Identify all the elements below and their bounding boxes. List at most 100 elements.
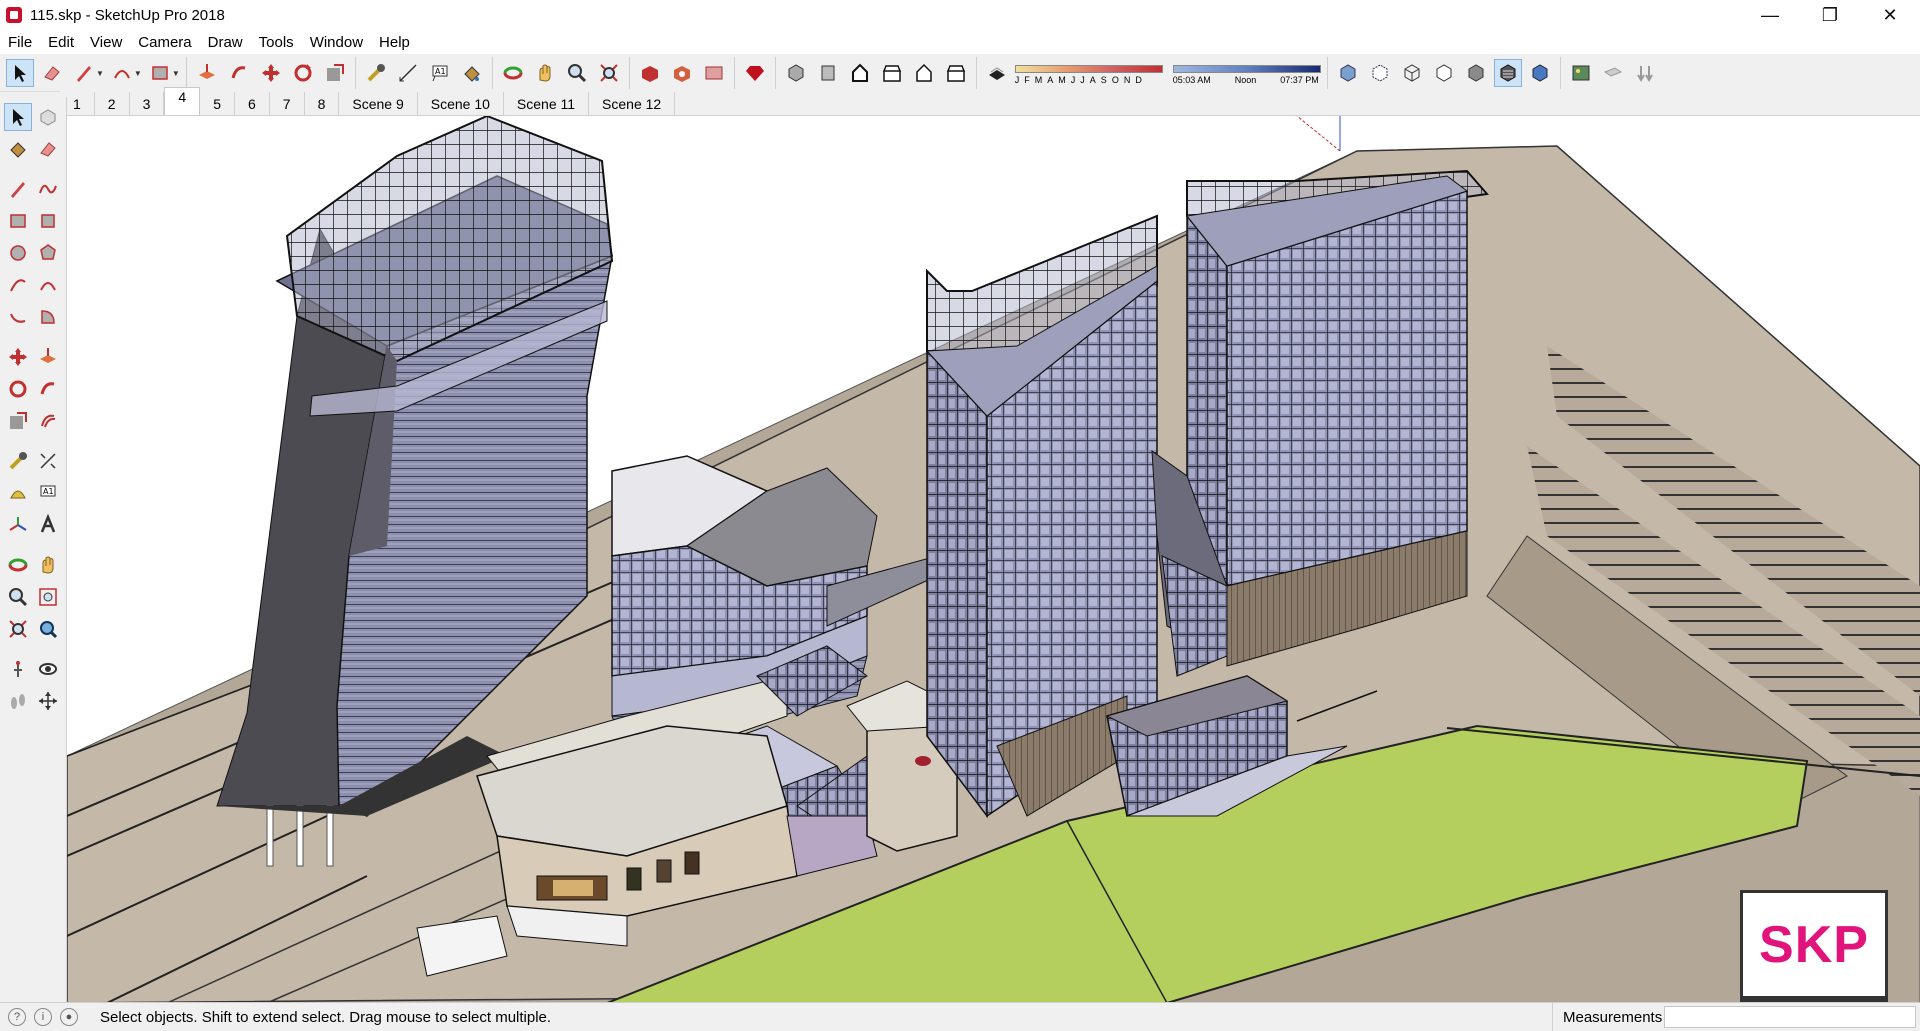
line-icon[interactable] (4, 175, 32, 203)
back-edges-icon[interactable] (1366, 59, 1394, 87)
model-viewport[interactable]: SKP (67, 115, 1920, 1003)
pan-icon[interactable] (34, 551, 62, 579)
move-icon[interactable] (257, 59, 285, 87)
look-around-icon[interactable] (34, 655, 62, 683)
menu-help[interactable]: Help (371, 34, 418, 51)
chevron-down-icon[interactable]: ▼ (172, 69, 180, 78)
menu-view[interactable]: View (82, 34, 130, 51)
offset-icon[interactable] (34, 407, 62, 435)
tape-measure-icon[interactable] (4, 447, 32, 475)
scene-tab[interactable]: Scene 10 (418, 92, 504, 115)
two-point-arc-icon[interactable] (34, 271, 62, 299)
orbit-icon[interactable] (4, 551, 32, 579)
paint-bucket-icon[interactable] (4, 135, 32, 163)
tape-measure-icon[interactable] (362, 59, 390, 87)
extension-warehouse-icon[interactable] (741, 59, 769, 87)
scene-tab[interactable]: 5 (200, 92, 235, 115)
rectangle-icon[interactable] (4, 207, 32, 235)
measurements-input[interactable] (1664, 1006, 1916, 1028)
menu-window[interactable]: Window (302, 34, 371, 51)
arc-icon[interactable] (4, 271, 32, 299)
section-display-icon[interactable] (1631, 59, 1659, 87)
rotate-icon[interactable] (289, 59, 317, 87)
chevron-down-icon[interactable]: ▼ (134, 69, 142, 78)
eraser-icon[interactable] (34, 135, 62, 163)
chevron-down-icon[interactable]: ▼ (96, 69, 104, 78)
xray-icon[interactable] (1334, 59, 1362, 87)
front-view-icon[interactable] (846, 59, 874, 87)
zoom-extents-icon[interactable] (4, 615, 32, 643)
text-icon[interactable]: A1 (34, 479, 62, 507)
left-view-icon[interactable] (942, 59, 970, 87)
share-component-icon[interactable] (700, 59, 728, 87)
match-photo-icon[interactable] (1567, 59, 1595, 87)
section-plane-icon[interactable] (1599, 59, 1627, 87)
menu-camera[interactable]: Camera (130, 34, 199, 51)
time-slider[interactable]: 05:03 AM Noon 07:37 PM (1172, 59, 1323, 87)
axes-icon[interactable] (4, 511, 32, 539)
walk-icon[interactable] (4, 687, 32, 715)
close-button[interactable]: ✕ (1860, 0, 1920, 30)
move-icon[interactable] (4, 343, 32, 371)
eraser-icon[interactable] (38, 59, 66, 87)
wireframe-icon[interactable] (1398, 59, 1426, 87)
3d-warehouse-icon[interactable] (636, 59, 664, 87)
month-slider-track[interactable] (1014, 65, 1163, 73)
user-account-icon[interactable]: ● (60, 1008, 78, 1026)
monochrome-icon[interactable] (1526, 59, 1554, 87)
orbit-icon[interactable] (499, 59, 527, 87)
month-slider[interactable]: J F M A M J J A S O N D (1013, 59, 1163, 87)
3d-text-icon[interactable] (34, 511, 62, 539)
scene-tab[interactable]: 7 (270, 92, 305, 115)
dimension-icon[interactable] (394, 59, 422, 87)
pie-icon[interactable] (34, 303, 62, 331)
zoom-icon[interactable] (563, 59, 591, 87)
rectangle-icon[interactable] (146, 59, 174, 87)
credits-icon[interactable]: i (34, 1008, 52, 1026)
hidden-line-icon[interactable] (1430, 59, 1458, 87)
scene-tab[interactable]: 3 (130, 92, 165, 115)
rotate-icon[interactable] (4, 375, 32, 403)
follow-me-icon[interactable] (34, 375, 62, 403)
scene-tab[interactable]: Scene 12 (589, 92, 676, 115)
restore-button[interactable]: ❐ (1800, 0, 1860, 30)
scene-tab[interactable]: Scene 9 (339, 92, 418, 115)
right-view-icon[interactable] (878, 59, 906, 87)
protractor-icon[interactable] (4, 479, 32, 507)
scale-icon[interactable] (321, 59, 349, 87)
pan-icon[interactable] (531, 59, 559, 87)
scene-tab-active[interactable]: 4 (164, 87, 201, 116)
polygon-icon[interactable] (34, 239, 62, 267)
zoom-icon[interactable] (4, 583, 32, 611)
pencil-icon[interactable] (70, 59, 98, 87)
back-view-icon[interactable] (910, 59, 938, 87)
scene-tab[interactable]: 8 (305, 92, 340, 115)
follow-me-icon[interactable] (225, 59, 253, 87)
arc-icon[interactable] (108, 59, 136, 87)
scene-tab[interactable]: 2 (95, 92, 130, 115)
scene-tab[interactable]: 6 (235, 92, 270, 115)
top-view-icon[interactable] (814, 59, 842, 87)
section-plane-icon[interactable] (34, 687, 62, 715)
shaded-icon[interactable] (1462, 59, 1490, 87)
text-icon[interactable]: A1 (426, 59, 454, 87)
paint-bucket-icon[interactable] (458, 59, 486, 87)
geo-location-icon[interactable]: ? (8, 1008, 26, 1026)
scale-icon[interactable] (4, 407, 32, 435)
position-camera-icon[interactable] (4, 655, 32, 683)
menu-draw[interactable]: Draw (200, 34, 251, 51)
previous-view-icon[interactable] (34, 615, 62, 643)
menu-edit[interactable]: Edit (40, 34, 82, 51)
three-point-arc-icon[interactable] (4, 303, 32, 331)
dimension-icon[interactable] (34, 447, 62, 475)
freehand-icon[interactable] (34, 175, 62, 203)
shadow-toggle-icon[interactable] (983, 59, 1011, 87)
select-tool-icon[interactable] (6, 59, 34, 87)
rotated-rectangle-icon[interactable] (34, 207, 62, 235)
select-icon[interactable] (4, 103, 32, 131)
make-component-icon[interactable] (34, 103, 62, 131)
shaded-textures-icon[interactable] (1493, 59, 1522, 87)
time-slider-track[interactable] (1172, 65, 1321, 73)
zoom-extents-icon[interactable] (595, 59, 623, 87)
push-pull-icon[interactable] (193, 59, 221, 87)
